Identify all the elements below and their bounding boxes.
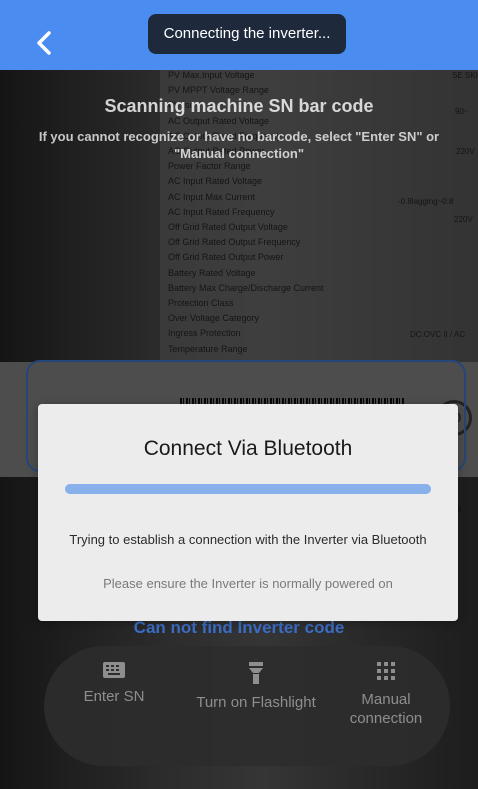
manual-connection-button[interactable]: Manual connection bbox=[336, 662, 436, 728]
progress-fill bbox=[65, 484, 431, 494]
enter-sn-button[interactable]: Enter SN bbox=[66, 662, 162, 705]
scan-hint-line: If you cannot recognize or have no barco… bbox=[38, 129, 440, 144]
enter-sn-label: Enter SN bbox=[83, 688, 145, 705]
cant-find-code-link[interactable]: Can not find Inverter code bbox=[0, 618, 478, 638]
dialog-message: Trying to establish a connection with th… bbox=[69, 532, 427, 547]
scan-hint-line: "Manual connection" bbox=[173, 146, 305, 161]
connection-progress bbox=[65, 484, 431, 494]
scan-hint: If you cannot recognize or have no barco… bbox=[0, 128, 478, 162]
chevron-left-icon bbox=[37, 31, 51, 55]
grid-icon bbox=[377, 662, 395, 680]
scan-title: Scanning machine SN bar code bbox=[104, 96, 374, 116]
flashlight-button[interactable]: Turn on Flashlight bbox=[176, 662, 336, 711]
flashlight-icon bbox=[249, 662, 263, 684]
bottom-toolbar: Enter SN Turn on Flashlight Manual conne… bbox=[44, 646, 450, 766]
manual-connection-label: Manual connection bbox=[349, 691, 423, 727]
bluetooth-dialog: Connect Via Bluetooth Trying to establis… bbox=[38, 404, 458, 621]
toast-message: Connecting the inverter... bbox=[148, 14, 346, 54]
app-header: Inverter List Connecting the inverter... bbox=[0, 0, 478, 70]
dialog-title: Connect Via Bluetooth bbox=[143, 437, 353, 460]
flashlight-label: Turn on Flashlight bbox=[196, 694, 316, 711]
keyboard-icon bbox=[103, 662, 125, 678]
back-button[interactable] bbox=[30, 28, 60, 58]
dialog-note: Please ensure the Inverter is normally p… bbox=[103, 576, 393, 591]
